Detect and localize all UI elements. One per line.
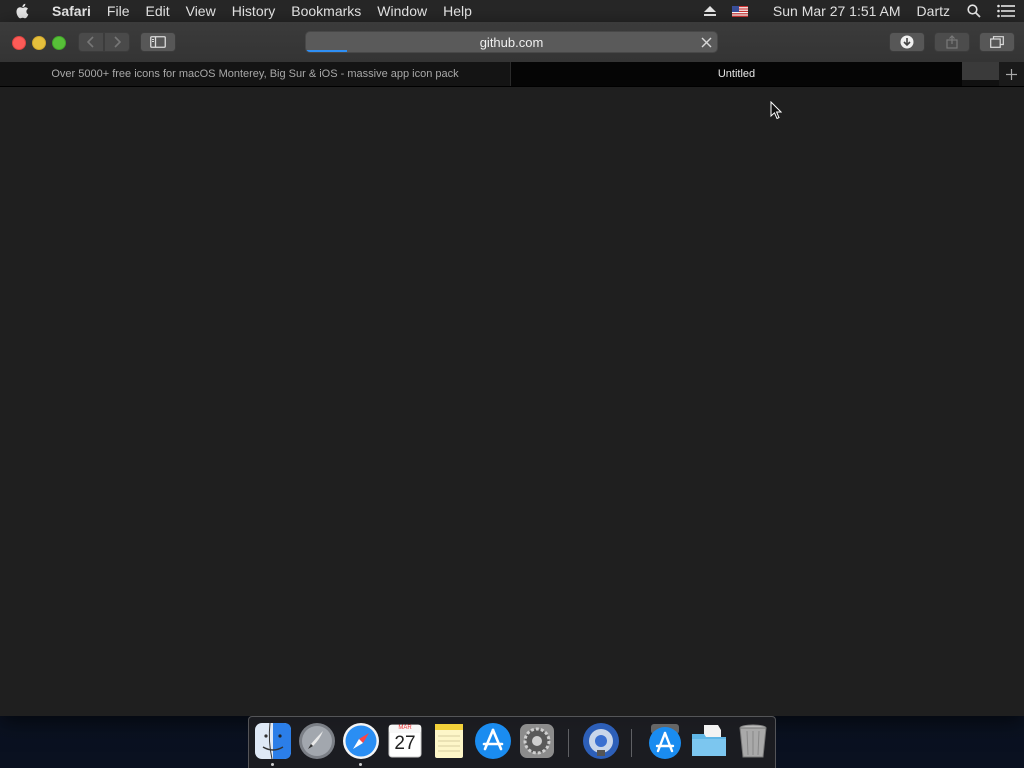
window-minimize-button[interactable] (32, 36, 46, 50)
sidebar-toggle-button[interactable] (140, 32, 176, 52)
window-close-button[interactable] (12, 36, 26, 50)
dock: MAR 27 (248, 716, 776, 768)
us-flag-input-icon[interactable] (725, 0, 755, 22)
notes-icon[interactable] (430, 722, 468, 760)
tab-title: Untitled (717, 68, 756, 80)
finder-icon[interactable] (254, 722, 292, 760)
dock-separator (568, 729, 569, 757)
eject-icon[interactable] (695, 0, 725, 22)
address-bar[interactable]: github.com (305, 31, 718, 53)
calendar-month: MAR (398, 725, 412, 731)
system-preferences-icon[interactable] (518, 722, 556, 760)
download-icon (900, 35, 914, 49)
menu-file[interactable]: File (99, 0, 138, 22)
chevron-right-icon (114, 36, 121, 48)
chevron-left-icon (87, 36, 94, 48)
forward-button[interactable] (104, 32, 130, 52)
menu-help[interactable]: Help (435, 0, 480, 22)
menu-history[interactable]: History (224, 0, 284, 22)
downloads-button[interactable] (889, 32, 925, 52)
close-icon (701, 37, 711, 47)
menu-edit[interactable]: Edit (137, 0, 177, 22)
launchpad-icon[interactable] (298, 722, 336, 760)
mouse-cursor-icon (770, 100, 783, 125)
tab-title: Over 5000+ free icons for macOS Monterey… (51, 68, 459, 80)
back-button[interactable] (78, 32, 104, 52)
finder-running-indicator (271, 763, 274, 766)
window-zoom-button[interactable] (52, 36, 66, 50)
menu-view[interactable]: View (178, 0, 224, 22)
menu-clock[interactable]: Sun Mar 27 1:51 AM (755, 3, 911, 19)
menu-user-name[interactable]: Dartz (911, 3, 960, 19)
app-store-folder-icon[interactable] (646, 722, 684, 760)
menu-bar: Safari File Edit View History Bookmarks … (0, 0, 1024, 22)
dock-separator (631, 729, 632, 757)
notification-center-icon[interactable] (988, 0, 1024, 22)
documents-folder-icon[interactable] (690, 722, 728, 760)
tab-untitled[interactable]: Untitled (511, 62, 962, 86)
page-load-progress-bar (306, 50, 348, 52)
spotlight-search-icon[interactable] (960, 0, 988, 22)
show-all-tabs-button[interactable] (979, 32, 1015, 52)
web-content-area[interactable] (0, 87, 1024, 716)
calendar-day: 27 (394, 733, 416, 754)
toolbar: github.com (0, 22, 1024, 63)
menu-app-safari[interactable]: Safari (44, 0, 99, 22)
address-text: github.com (479, 34, 544, 50)
desktop: Safari File Edit View History Bookmarks … (0, 0, 1024, 768)
tab-overflow-area (962, 62, 999, 80)
trash-icon[interactable] (734, 722, 772, 760)
sidebar-icon (150, 36, 166, 48)
share-button[interactable] (934, 32, 970, 52)
safari-icon[interactable] (342, 722, 380, 760)
tab-bar: Over 5000+ free icons for macOS Monterey… (0, 62, 1024, 87)
new-tab-button[interactable] (999, 62, 1024, 86)
safari-running-indicator (359, 763, 362, 766)
calendar-icon[interactable]: MAR 27 (386, 722, 424, 760)
stop-loading-button[interactable] (699, 35, 713, 49)
bluetooth-screen-sharing-icon[interactable] (582, 722, 620, 760)
apple-menu-icon[interactable] (0, 3, 44, 19)
tab-icon-pack[interactable]: Over 5000+ free icons for macOS Monterey… (0, 62, 511, 86)
safari-window: github.com Over 5000+ free icons for mac… (0, 22, 1024, 716)
app-store-icon[interactable] (474, 722, 512, 760)
menu-bookmarks[interactable]: Bookmarks (283, 0, 369, 22)
share-icon (946, 35, 958, 49)
plus-icon (1006, 68, 1017, 80)
tabs-overview-icon (990, 36, 1004, 48)
menu-window[interactable]: Window (369, 0, 435, 22)
